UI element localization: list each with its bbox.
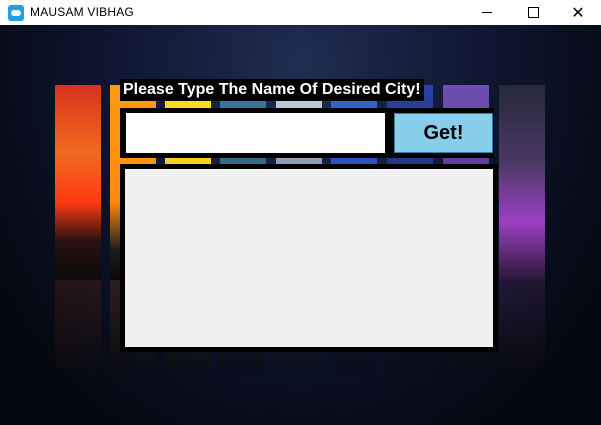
minimize-icon [482,12,492,13]
get-button[interactable]: Get! [394,113,493,153]
window-title: MAUSAM VIBHAG [30,5,134,19]
maximize-button[interactable] [510,0,556,25]
city-prompt-label: Please Type The Name Of Desired City! [120,79,424,101]
title-bar: MAUSAM VIBHAG ✕ [0,0,601,25]
close-button[interactable]: ✕ [555,0,601,25]
maximize-icon [527,7,539,18]
city-input[interactable] [126,113,385,153]
close-icon: ✕ [571,2,585,22]
minimize-button[interactable] [464,0,510,25]
weather-result-panel [125,169,493,347]
app-window: MAUSAM VIBHAG ✕ Please Type The Name Of … [0,0,601,425]
background-strip [55,85,101,385]
app-icon [8,5,24,21]
background-strip [499,85,545,385]
